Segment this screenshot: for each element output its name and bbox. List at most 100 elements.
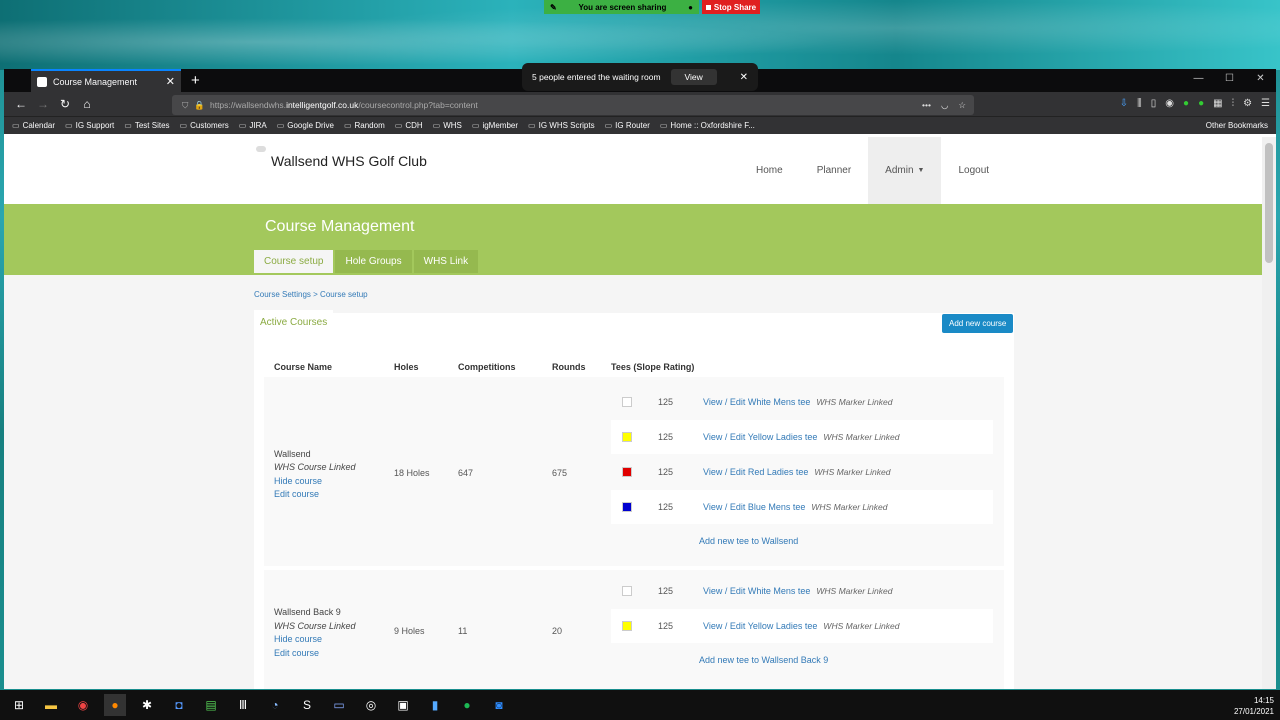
edit-tee-link[interactable]: View / Edit White Mens tee bbox=[703, 586, 810, 596]
bookmark-item[interactable]: IG Support bbox=[65, 121, 115, 130]
toast-view-button[interactable]: View bbox=[670, 69, 717, 85]
add-tee-link[interactable]: Add new tee to Wallsend Back 9 bbox=[699, 655, 828, 665]
active-courses-tab[interactable]: Active Courses bbox=[254, 310, 334, 335]
tab-course-setup[interactable]: Course setup bbox=[254, 250, 334, 273]
notepad-icon[interactable]: ▤ bbox=[200, 694, 222, 716]
scrollbar-thumb[interactable] bbox=[1265, 143, 1273, 263]
obs-icon[interactable]: ◎ bbox=[360, 694, 382, 716]
bookmark-item[interactable]: Calendar bbox=[12, 121, 55, 130]
course-rounds: 20 bbox=[552, 626, 563, 636]
bookmarks-toolbar: Calendar IG Support Test Sites Customers JIR… bbox=[4, 116, 1276, 134]
minimize-icon[interactable]: — bbox=[1183, 69, 1214, 89]
system-clock[interactable]: 14:15 27/01/2021 bbox=[1234, 695, 1274, 717]
nav-planner[interactable]: Planner bbox=[800, 137, 868, 204]
extension-icon[interactable]: ● bbox=[1183, 98, 1189, 109]
hide-course-link[interactable]: Hide course bbox=[274, 633, 356, 647]
add-tee-link[interactable]: Add new tee to Wallsend bbox=[699, 536, 798, 546]
stop-share-button[interactable]: Stop Share bbox=[702, 0, 760, 14]
page-actions-icon[interactable]: ••• bbox=[922, 100, 931, 111]
edit-tee-link[interactable]: View / Edit White Mens tee bbox=[703, 397, 810, 407]
forward-icon[interactable]: → bbox=[32, 97, 54, 111]
bookmark-item[interactable]: Customers bbox=[180, 121, 229, 130]
teams-icon[interactable]: ◘ bbox=[168, 694, 190, 716]
slack-icon[interactable]: ✱ bbox=[136, 694, 158, 716]
back-icon[interactable]: ← bbox=[10, 97, 32, 111]
nav-home[interactable]: Home bbox=[739, 137, 800, 204]
add-new-course-button[interactable]: Add new course bbox=[942, 314, 1014, 333]
bookmark-item[interactable]: Random bbox=[344, 121, 385, 130]
tee-color-swatch bbox=[622, 621, 632, 631]
edit-tee-link[interactable]: View / Edit Red Ladies tee bbox=[703, 467, 808, 477]
page-scrollbar[interactable] bbox=[1262, 137, 1276, 689]
hide-course-link[interactable]: Hide course bbox=[274, 475, 356, 489]
extension-icon[interactable]: ⫶ bbox=[1232, 98, 1235, 109]
remote-icon[interactable]: ▭ bbox=[328, 694, 350, 716]
bookmark-item[interactable]: Google Drive bbox=[277, 121, 334, 130]
address-bar[interactable]: ⛉ 🔒 https://wallsendwhs. intelligentgolf.… bbox=[172, 95, 974, 115]
tracking-shield-icon[interactable]: ⛉ bbox=[182, 100, 188, 111]
extension-icon[interactable]: ▦ bbox=[1213, 98, 1222, 109]
close-tab-icon[interactable]: ✕ bbox=[166, 75, 175, 88]
browser-window: Course Management ✕ + — ☐ ✕ 5 people entere… bbox=[4, 63, 1276, 689]
files-icon[interactable]: ▮ bbox=[424, 694, 446, 716]
bookmark-item[interactable]: Test Sites bbox=[124, 121, 170, 130]
tee-row: 125 View / Edit Yellow Ladies tee WHS Mark… bbox=[611, 420, 993, 454]
slope-rating: 125 bbox=[658, 621, 674, 631]
bookmark-item[interactable]: IG Router bbox=[605, 121, 650, 130]
edit-tee-link[interactable]: View / Edit Yellow Ladies tee bbox=[703, 621, 817, 631]
edit-course-link[interactable]: Edit course bbox=[274, 647, 356, 661]
app-icon[interactable]: Ⅲ bbox=[232, 694, 254, 716]
edit-tee-link[interactable]: View / Edit Yellow Ladies tee bbox=[703, 432, 817, 442]
browser-tab[interactable]: Course Management ✕ bbox=[31, 69, 181, 92]
slope-rating: 125 bbox=[658, 502, 674, 512]
new-tab-button[interactable]: + bbox=[191, 69, 200, 92]
whs-course-status: WHS Course Linked bbox=[274, 462, 356, 472]
sharing-status: ✎ You are screen sharing ● bbox=[544, 0, 699, 14]
bookmark-item[interactable]: IG WHS Scripts bbox=[528, 121, 595, 130]
edit-tee-link[interactable]: View / Edit Blue Mens tee bbox=[703, 502, 805, 512]
zoom-icon[interactable]: ◙ bbox=[488, 694, 510, 716]
edit-course-link[interactable]: Edit course bbox=[274, 488, 356, 502]
tab-hole-groups[interactable]: Hole Groups bbox=[335, 250, 412, 273]
club-name[interactable]: Wallsend WHS Golf Club bbox=[256, 146, 427, 169]
bookmark-item[interactable]: igMember bbox=[472, 121, 518, 130]
sidebar-icon[interactable]: ▯ bbox=[1151, 98, 1157, 109]
tab-whs-link[interactable]: WHS Link bbox=[413, 250, 479, 273]
library-icon[interactable]: ⫼ bbox=[1137, 98, 1142, 109]
breadcrumb[interactable]: Course Settings > Course setup bbox=[254, 290, 368, 299]
nav-admin[interactable]: Admin ▼ bbox=[868, 137, 942, 204]
extension-icon[interactable]: ● bbox=[1198, 98, 1204, 109]
chrome-icon[interactable]: ◉ bbox=[72, 694, 94, 716]
account-icon[interactable]: ◉ bbox=[1165, 98, 1174, 109]
home-icon[interactable]: ⌂ bbox=[76, 97, 98, 111]
bookmark-item[interactable]: Home :: Oxfordshire F... bbox=[660, 121, 754, 130]
header-competitions: Competitions bbox=[458, 362, 516, 372]
bookmark-item[interactable]: JIRA bbox=[239, 121, 266, 130]
course-rounds: 675 bbox=[552, 467, 568, 478]
pocket-icon[interactable]: ◡ bbox=[941, 100, 948, 111]
reload-icon[interactable]: ↻ bbox=[54, 97, 76, 111]
section-tabs: Course setup Hole Groups WHS Link bbox=[254, 250, 480, 273]
sublime-icon[interactable]: S bbox=[296, 694, 318, 716]
menu-icon[interactable]: ☰ bbox=[1261, 98, 1270, 109]
close-window-icon[interactable]: ✕ bbox=[1245, 69, 1276, 89]
bookmark-item[interactable]: WHS bbox=[433, 121, 462, 130]
download-icon[interactable]: ⇩ bbox=[1120, 98, 1128, 109]
capture-icon[interactable]: ▣ bbox=[392, 694, 414, 716]
pen-icon[interactable]: ✎ bbox=[550, 3, 557, 12]
other-bookmarks[interactable]: Other Bookmarks bbox=[1206, 121, 1268, 130]
start-icon[interactable]: ⊞ bbox=[8, 694, 30, 716]
bookmark-star-icon[interactable]: ☆ bbox=[958, 100, 966, 111]
spotify-icon[interactable]: ● bbox=[456, 694, 478, 716]
bookmark-item[interactable]: CDH bbox=[395, 121, 422, 130]
explorer-icon[interactable]: ▬ bbox=[40, 694, 62, 716]
toast-close-icon[interactable]: ✕ bbox=[740, 72, 748, 83]
course-name: Wallsend Back 9 bbox=[274, 607, 341, 617]
steam-icon[interactable]: ◔ bbox=[264, 694, 286, 716]
shield-icon[interactable]: ● bbox=[688, 3, 693, 12]
firefox-icon[interactable]: ● bbox=[104, 694, 126, 716]
extension-icon[interactable]: ⚙ bbox=[1243, 98, 1252, 109]
maximize-icon[interactable]: ☐ bbox=[1214, 69, 1245, 89]
nav-logout[interactable]: Logout bbox=[941, 137, 1006, 204]
tee-color-swatch bbox=[622, 502, 632, 512]
